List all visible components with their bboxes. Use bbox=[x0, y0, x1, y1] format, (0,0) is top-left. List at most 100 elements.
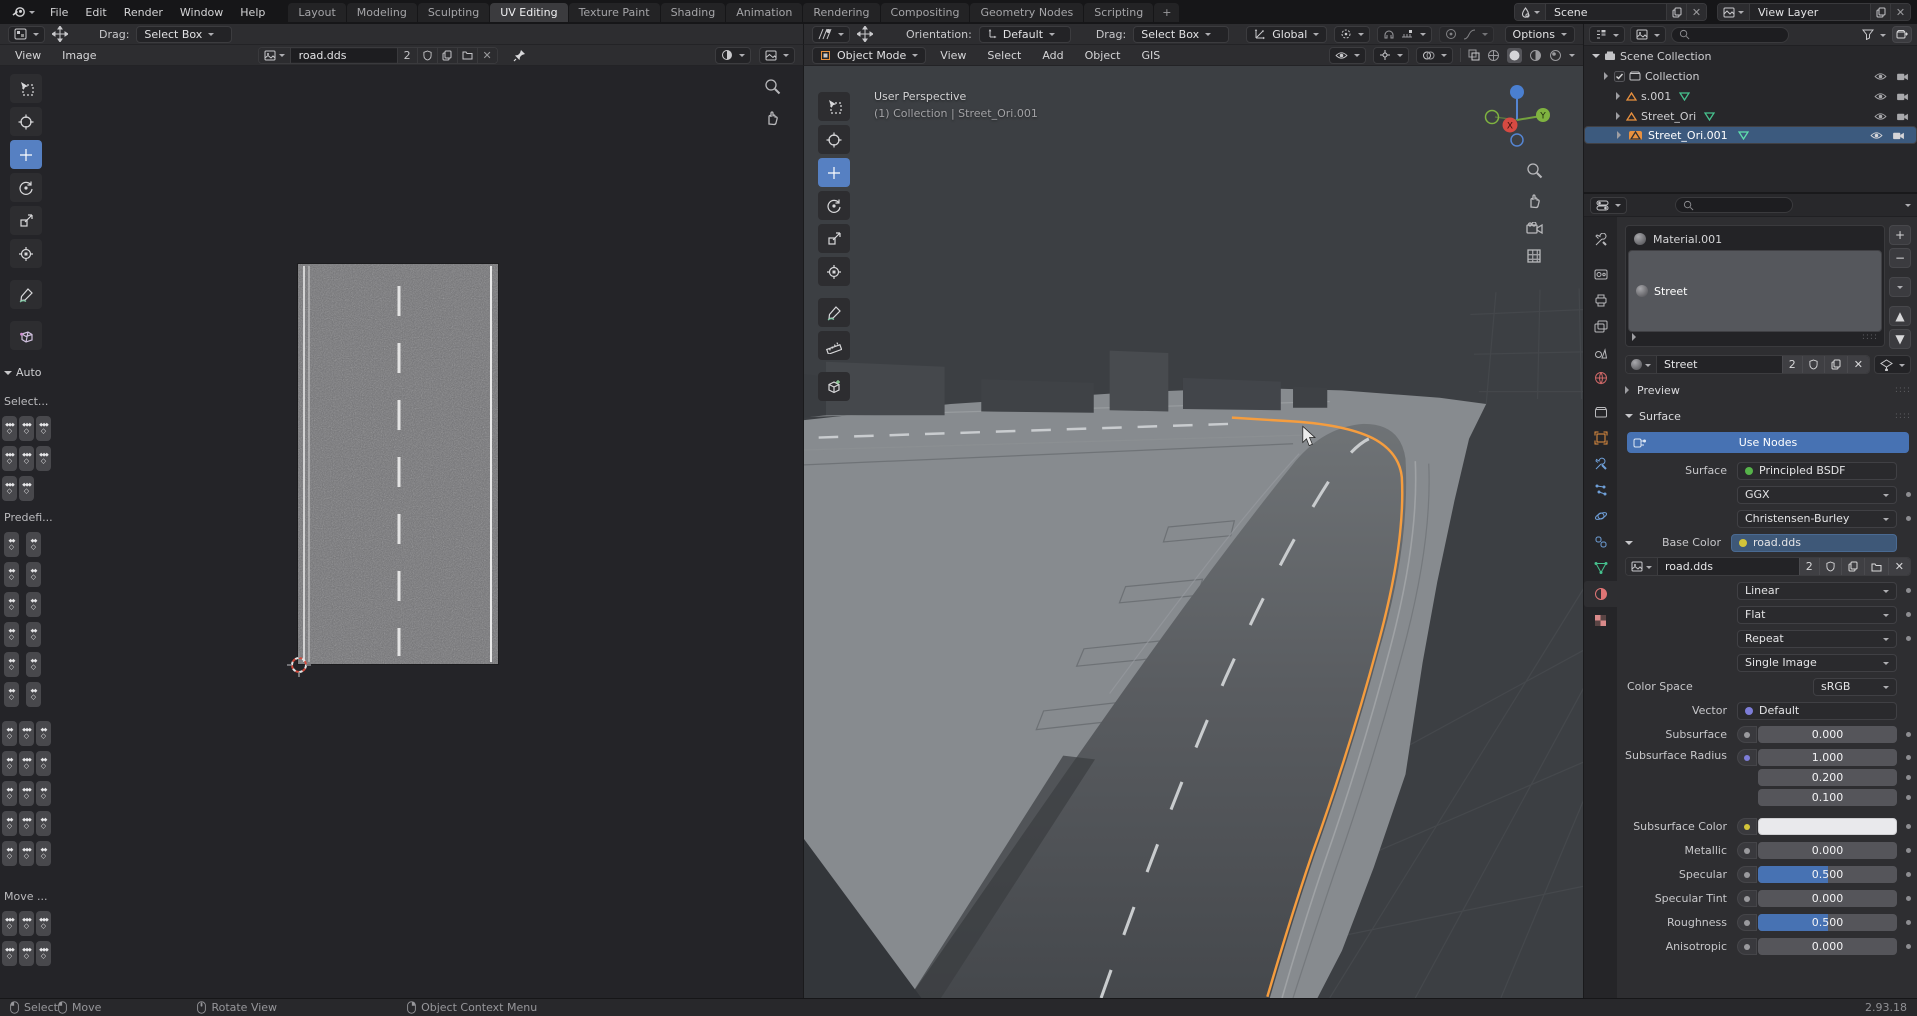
tab-output[interactable] bbox=[1584, 287, 1617, 313]
material-sphere-icon[interactable] bbox=[1626, 356, 1657, 373]
preset-button[interactable]: ◆◆◆◇ bbox=[2, 476, 17, 501]
outliner-row-street-ori-001[interactable]: Street_Ori.001 bbox=[1584, 126, 1917, 144]
overlays-dropdown[interactable] bbox=[1416, 47, 1453, 64]
move-tool-button[interactable] bbox=[818, 158, 850, 187]
orientation-dropdown[interactable]: Default bbox=[979, 26, 1071, 43]
add-slot-button[interactable]: + bbox=[1889, 225, 1911, 245]
specular-tint-value-field[interactable]: 0.000 bbox=[1758, 890, 1897, 907]
blender-logo-icon[interactable] bbox=[6, 6, 41, 18]
preset-button[interactable]: ◆◆◆◇ bbox=[36, 446, 51, 471]
animate-dot[interactable] bbox=[1906, 920, 1911, 925]
viewport-canvas[interactable]: User Perspective (1) Collection | Street… bbox=[803, 66, 1583, 998]
menu-file[interactable]: File bbox=[42, 4, 76, 21]
preset-button[interactable]: ◆◆◆◇ bbox=[19, 751, 34, 776]
source-dropdown[interactable]: Single Image bbox=[1737, 654, 1897, 672]
animate-dot[interactable] bbox=[1906, 824, 1911, 829]
scale-tool-button[interactable] bbox=[10, 206, 42, 235]
preset-button[interactable]: ◆◆◆◇ bbox=[36, 941, 51, 966]
shading-solid-icon[interactable] bbox=[1507, 48, 1522, 63]
tab-scene[interactable] bbox=[1584, 339, 1617, 365]
select-box-tool-button[interactable] bbox=[818, 92, 850, 121]
tab-texture[interactable] bbox=[1584, 607, 1617, 633]
add-cube-tool-button[interactable] bbox=[818, 372, 850, 401]
uv-menu-view[interactable]: View bbox=[8, 47, 48, 64]
preset-button[interactable]: ◆◆◇ bbox=[4, 622, 19, 647]
animate-dot[interactable] bbox=[1906, 492, 1911, 497]
properties-search-input[interactable] bbox=[1675, 197, 1793, 213]
preset-button[interactable]: ◆◆◇ bbox=[26, 562, 41, 587]
base-color-field[interactable]: road.dds bbox=[1731, 534, 1897, 552]
socket-button[interactable] bbox=[1737, 818, 1757, 835]
material-users-count[interactable]: 2 bbox=[1782, 356, 1802, 373]
radius-x-field[interactable]: 1.000 bbox=[1758, 749, 1897, 766]
preset-button[interactable]: ◆◆◇ bbox=[36, 781, 51, 806]
list-filter-arrow-icon[interactable] bbox=[1632, 333, 1640, 341]
preset-button[interactable]: ◆◆◇ bbox=[36, 841, 51, 866]
unlink-image-button[interactable]: ✕ bbox=[477, 48, 497, 63]
preset-button[interactable]: ◆◆◆◇ bbox=[2, 446, 17, 471]
pivot-point-dropdown[interactable] bbox=[1334, 26, 1370, 43]
mode-dropdown[interactable]: Object Mode bbox=[812, 47, 926, 64]
socket-button[interactable] bbox=[1737, 749, 1757, 766]
unlink-material-button[interactable]: ✕ bbox=[1847, 356, 1869, 373]
animate-dot[interactable] bbox=[1906, 872, 1911, 877]
material-name-field[interactable]: Street bbox=[1657, 358, 1782, 371]
fake-user-shield-icon[interactable] bbox=[1802, 356, 1824, 373]
preset-button[interactable]: ◆◆◇ bbox=[2, 781, 17, 806]
fake-user-shield-icon[interactable] bbox=[417, 48, 437, 63]
shading-rendered-icon[interactable] bbox=[1549, 49, 1562, 62]
preset-button[interactable]: ◆◆◆◇ bbox=[2, 941, 17, 966]
anisotropic-value-field[interactable]: 0.000 bbox=[1758, 938, 1897, 955]
preset-button[interactable]: ◆◆◇ bbox=[26, 622, 41, 647]
preset-button[interactable]: ◆◆◆◇ bbox=[19, 416, 34, 441]
eye-icon[interactable] bbox=[1874, 92, 1887, 101]
expand-arrow-icon[interactable] bbox=[1604, 72, 1612, 80]
metallic-value-field[interactable]: 0.000 bbox=[1758, 842, 1897, 859]
new-collection-button[interactable] bbox=[1892, 26, 1912, 43]
vp-menu-select[interactable]: Select bbox=[980, 47, 1028, 64]
fake-user-shield-icon[interactable] bbox=[1819, 558, 1841, 575]
extension-dropdown[interactable]: Repeat bbox=[1737, 630, 1897, 648]
image-name-field[interactable]: road.dds bbox=[1658, 560, 1799, 573]
outliner-row-street-ori[interactable]: Street_Ori bbox=[1584, 106, 1917, 126]
socket-button[interactable] bbox=[1737, 726, 1757, 743]
scale-tool-button[interactable] bbox=[818, 224, 850, 253]
animate-dot[interactable] bbox=[1906, 755, 1911, 760]
tab-constraints[interactable] bbox=[1584, 529, 1617, 555]
preset-button[interactable]: ◆◆◇ bbox=[4, 652, 19, 677]
tab-animation[interactable]: Animation bbox=[726, 3, 802, 22]
chevron-down-icon[interactable] bbox=[1569, 54, 1575, 60]
camera-render-icon[interactable] bbox=[1896, 92, 1909, 101]
material-slot-selected[interactable]: Street bbox=[1628, 250, 1882, 332]
preset-button[interactable]: ◆◆◇ bbox=[26, 592, 41, 617]
properties-editor-type-button[interactable] bbox=[1590, 197, 1627, 214]
tab-texture-paint[interactable]: Texture Paint bbox=[569, 3, 660, 22]
expand-arrow-icon[interactable] bbox=[1616, 112, 1624, 120]
preset-button[interactable]: ◆◆◇ bbox=[2, 841, 17, 866]
outliner-editor-type-button[interactable] bbox=[1589, 26, 1625, 43]
material-slot[interactable]: Material.001 bbox=[1628, 228, 1882, 250]
view-layer-icon[interactable] bbox=[1718, 4, 1750, 20]
subsurface-value-field[interactable]: 0.000 bbox=[1758, 726, 1897, 743]
tab-material[interactable] bbox=[1584, 581, 1617, 607]
tab-view-layer[interactable] bbox=[1584, 313, 1617, 339]
surface-panel-header[interactable]: Surface :::: bbox=[1625, 406, 1911, 426]
radius-z-field[interactable]: 0.100 bbox=[1758, 789, 1897, 806]
preset-button[interactable]: ◆◆◇ bbox=[2, 811, 17, 836]
viewport-editor-type-button[interactable] bbox=[812, 26, 850, 43]
auto-panel-header[interactable]: Auto bbox=[4, 366, 58, 379]
animate-dot[interactable] bbox=[1906, 896, 1911, 901]
chevron-down-icon[interactable] bbox=[1905, 204, 1911, 210]
new-image-button[interactable] bbox=[437, 48, 457, 63]
camera-render-icon[interactable] bbox=[1892, 131, 1905, 140]
expand-arrow-icon[interactable] bbox=[1592, 54, 1600, 62]
resize-grip[interactable]: :::: bbox=[1862, 332, 1878, 342]
gizmos-dropdown[interactable] bbox=[1373, 47, 1409, 64]
outliner-row-collection[interactable]: Collection bbox=[1584, 66, 1917, 86]
move-tool-button[interactable] bbox=[10, 140, 42, 169]
scene-icon[interactable] bbox=[1515, 4, 1546, 20]
tab-particles[interactable] bbox=[1584, 477, 1617, 503]
projection-dropdown[interactable]: Flat bbox=[1737, 606, 1897, 624]
animate-dot[interactable] bbox=[1906, 588, 1911, 593]
color-space-dropdown[interactable]: sRGB bbox=[1813, 678, 1897, 696]
